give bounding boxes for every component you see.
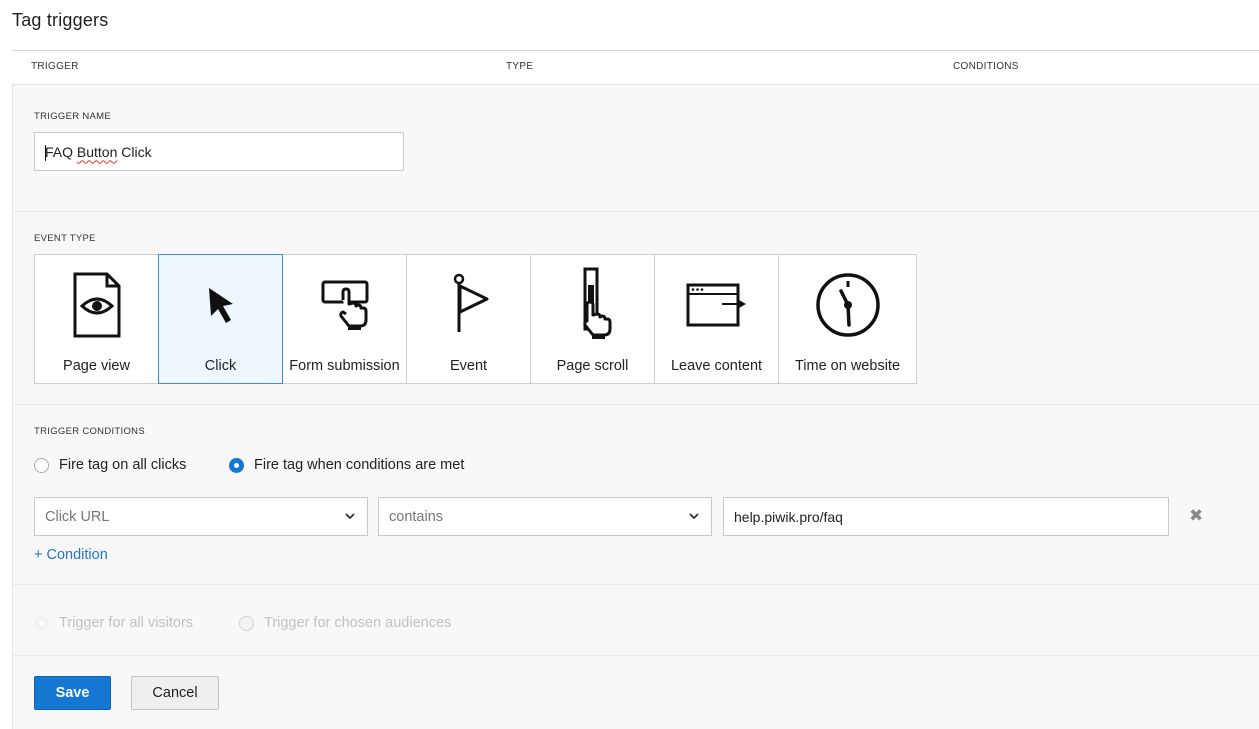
event-type-label-time-on-website: Time on website bbox=[794, 358, 901, 374]
radio-fire-on-all-clicks[interactable]: Fire tag on all clicks bbox=[34, 457, 186, 473]
trigger-name-value: FAQ Button Click bbox=[45, 143, 152, 160]
event-type-event[interactable]: Event bbox=[406, 254, 531, 384]
event-type-page-scroll[interactable]: Page scroll bbox=[530, 254, 655, 384]
radio-label: Fire tag on all clicks bbox=[59, 457, 187, 473]
event-type-label-leave-content: Leave content bbox=[670, 358, 763, 374]
trigger-editor-panel: TRIGGER NAME FAQ Button Click EVENT TYPE… bbox=[12, 85, 1259, 729]
form-submission-icon bbox=[321, 280, 368, 330]
event-type-label-form-submission: Form submission bbox=[289, 358, 400, 374]
radio-checked-icon bbox=[229, 457, 244, 473]
radio-label: Fire tag when conditions are met bbox=[254, 457, 465, 473]
column-header-type[interactable]: TYPE bbox=[506, 61, 533, 72]
clock-icon bbox=[815, 273, 880, 337]
section-divider bbox=[13, 211, 1259, 212]
save-button[interactable]: Save bbox=[34, 676, 111, 710]
condition-value-input[interactable]: help.piwik.pro/faq bbox=[723, 497, 1169, 536]
flag-icon bbox=[453, 273, 488, 332]
radio-fire-when-conditions-met[interactable]: Fire tag when conditions are met bbox=[229, 457, 464, 473]
title-divider bbox=[12, 50, 1259, 51]
trigger-conditions-label: TRIGGER CONDITIONS bbox=[34, 426, 145, 437]
page-title: Tag triggers bbox=[12, 10, 109, 30]
event-type-grid: Page view Click Form submission Event Pa… bbox=[34, 254, 917, 384]
event-type-label-event: Event bbox=[449, 358, 488, 374]
section-divider bbox=[13, 584, 1259, 585]
radio-trigger-chosen-audiences[interactable]: Trigger for chosen audiences bbox=[239, 615, 451, 631]
event-type-leave-content[interactable]: Leave content bbox=[654, 254, 779, 384]
condition-value-text: help.piwik.pro/faq bbox=[734, 508, 843, 525]
event-type-time-on-website[interactable]: Time on website bbox=[778, 254, 917, 384]
remove-condition-icon[interactable]: ✖ bbox=[1189, 506, 1203, 526]
event-type-form-submission[interactable]: Form submission bbox=[282, 254, 407, 384]
condition-operator-select[interactable]: contains bbox=[378, 497, 712, 536]
cursor-icon bbox=[208, 288, 233, 323]
event-type-page-view[interactable]: Page view bbox=[34, 254, 159, 384]
radio-trigger-all-visitors[interactable]: Trigger for all visitors bbox=[34, 615, 193, 631]
cancel-button[interactable]: Cancel bbox=[131, 676, 219, 710]
add-condition-link[interactable]: + Condition bbox=[34, 547, 108, 563]
radio-checked-disabled-icon bbox=[34, 615, 49, 631]
condition-variable-value: Click URL bbox=[45, 508, 110, 525]
radio-unchecked-icon bbox=[34, 457, 49, 473]
trigger-name-label: TRIGGER NAME bbox=[34, 111, 111, 122]
event-type-label-page-view: Page view bbox=[63, 358, 130, 374]
event-type-label-click: Click bbox=[204, 358, 237, 374]
spellcheck-word: Button bbox=[76, 143, 118, 160]
chevron-down-icon bbox=[689, 513, 699, 520]
page-scroll-icon bbox=[582, 267, 611, 339]
column-header-trigger[interactable]: TRIGGER bbox=[31, 61, 79, 72]
event-type-label: EVENT TYPE bbox=[34, 233, 96, 244]
page-view-icon bbox=[73, 272, 120, 338]
section-divider bbox=[13, 404, 1259, 405]
column-header-conditions[interactable]: CONDITIONS bbox=[953, 61, 1019, 72]
event-type-label-page-scroll: Page scroll bbox=[556, 358, 629, 374]
radio-label: Trigger for chosen audiences bbox=[264, 615, 452, 631]
radio-label: Trigger for all visitors bbox=[59, 615, 194, 631]
event-type-click[interactable]: Click bbox=[158, 254, 283, 384]
leave-content-icon bbox=[686, 283, 746, 327]
condition-operator-value: contains bbox=[389, 508, 444, 525]
chevron-down-icon bbox=[345, 513, 355, 520]
radio-unchecked-disabled-icon bbox=[239, 615, 254, 631]
section-divider bbox=[13, 655, 1259, 656]
condition-variable-select[interactable]: Click URL bbox=[34, 497, 368, 536]
trigger-name-input[interactable]: FAQ Button Click bbox=[34, 132, 404, 171]
